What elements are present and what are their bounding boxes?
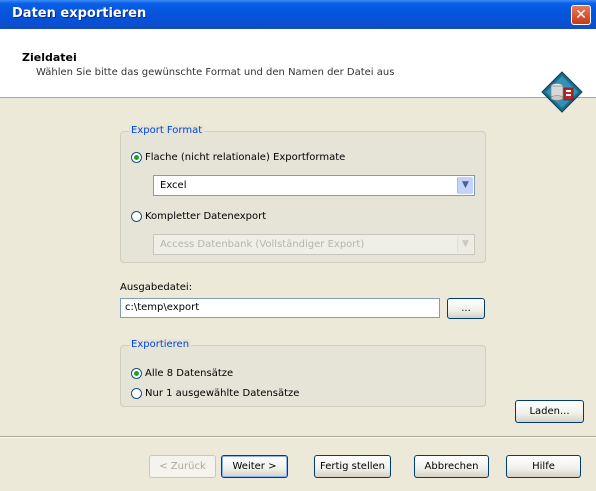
complete-format-value: Access Datenbank (Vollständiger Export): [160, 239, 365, 250]
flat-format-select[interactable]: Excel ▼: [153, 175, 475, 196]
complete-export-radio[interactable]: Kompletter Datenexport: [131, 211, 266, 222]
wizard-header: Zieldatei Wählen Sie bitte das gewünscht…: [0, 29, 596, 113]
export-scope-group: Exportieren Alle 8 Datensätze Nur 1 ausg…: [120, 339, 486, 407]
export-dialog: Daten exportieren ✕ Zieldatei Wählen Sie…: [0, 0, 596, 491]
chevron-down-icon: ▼: [457, 236, 473, 253]
back-button: < Zurück: [149, 455, 216, 478]
complete-export-label: Kompletter Datenexport: [145, 211, 267, 222]
all-records-label: Alle 8 Datensätze: [145, 368, 234, 379]
output-file-label: Ausgabedatei:: [120, 282, 193, 293]
next-button[interactable]: Weiter >: [221, 455, 288, 478]
footer-divider: [0, 436, 596, 438]
radio-unselected-icon: [131, 388, 142, 399]
chevron-down-icon[interactable]: ▼: [457, 177, 473, 194]
window-title: Daten exportieren: [12, 6, 147, 21]
close-icon: ✕: [575, 7, 587, 23]
export-format-group: Export Format Flache (nicht relationale)…: [120, 125, 486, 263]
title-bar[interactable]: Daten exportieren ✕: [0, 0, 596, 29]
selected-records-label: Nur 1 ausgewählte Datensätze: [145, 388, 300, 399]
flat-format-label: Flache (nicht relationale) Exportformate: [145, 152, 346, 163]
page-title: Zieldatei: [22, 51, 77, 64]
load-button[interactable]: Laden...: [515, 400, 584, 423]
page-subtitle: Wählen Sie bitte das gewünschte Format u…: [36, 67, 395, 78]
selected-records-radio[interactable]: Nur 1 ausgewählte Datensätze: [131, 388, 299, 399]
all-records-radio[interactable]: Alle 8 Datensätze: [131, 368, 233, 379]
browse-button[interactable]: ...: [447, 298, 485, 319]
export-scope-legend: Exportieren: [129, 339, 192, 350]
help-button[interactable]: Hilfe: [506, 455, 581, 478]
radio-selected-icon: [131, 152, 142, 163]
export-format-legend: Export Format: [129, 125, 205, 136]
close-button[interactable]: ✕: [571, 5, 591, 25]
flat-format-value: Excel: [160, 180, 187, 191]
finish-button[interactable]: Fertig stellen: [314, 455, 391, 478]
flat-format-radio[interactable]: Flache (nicht relationale) Exportformate: [131, 152, 345, 163]
cancel-button[interactable]: Abbrechen: [414, 455, 489, 478]
output-file-input[interactable]: c:\temp\export: [120, 298, 440, 318]
complete-format-select: Access Datenbank (Vollständiger Export) …: [153, 234, 475, 255]
database-export-icon: [541, 71, 583, 113]
radio-unselected-icon: [131, 211, 142, 222]
radio-selected-icon: [131, 368, 142, 379]
